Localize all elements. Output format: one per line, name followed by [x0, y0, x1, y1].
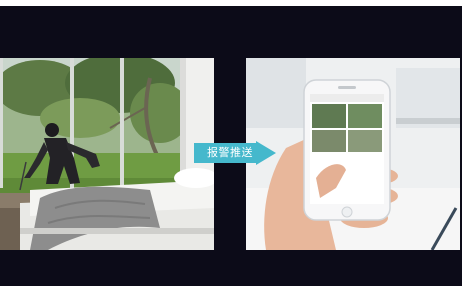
alarm-push-arrow: 报警推送 [194, 141, 276, 165]
promo-banner: 报警推送 [0, 0, 462, 308]
alarm-push-label: 报警推送 [207, 146, 253, 159]
smartphone-icon [303, 79, 391, 221]
intruder-scene-illustration [0, 58, 214, 250]
intruder-scene-image [0, 58, 214, 250]
phone-alert-illustration [246, 58, 460, 250]
phone-alert-image [246, 58, 460, 250]
